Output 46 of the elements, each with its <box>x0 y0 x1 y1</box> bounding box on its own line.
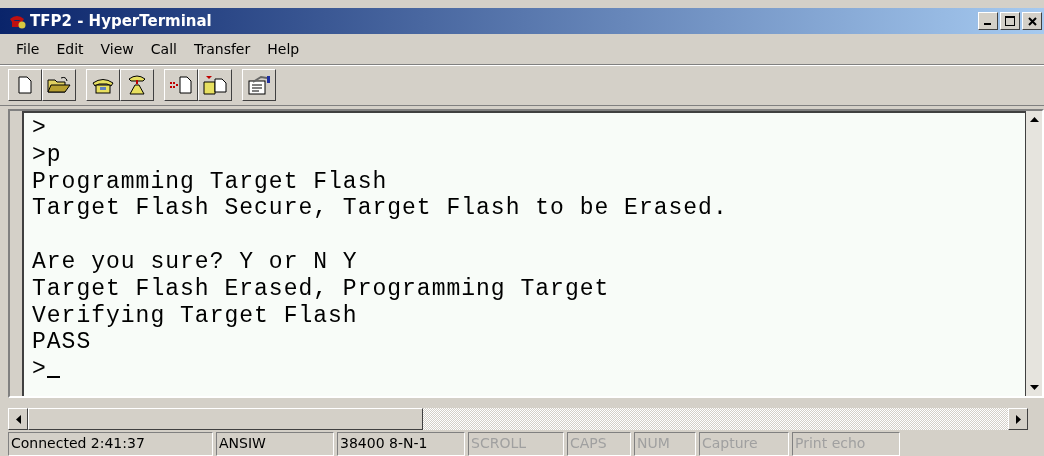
terminal-line: >p <box>32 141 62 169</box>
toolbar-button[interactable] <box>86 69 120 101</box>
terminal-line: Programming Target Flash <box>32 168 388 196</box>
status-panel: 38400 8-N-1 <box>337 432 465 456</box>
scrollbar-thumb[interactable] <box>28 408 423 430</box>
maximize-icon <box>1005 16 1015 26</box>
menu-item[interactable]: File <box>4 41 48 57</box>
document-icon <box>18 76 32 94</box>
status-panel: ANSIW <box>216 432 334 456</box>
terminal-line: Are you sure? Y or N Y <box>32 249 358 276</box>
menu-item[interactable]: Call <box>141 41 185 57</box>
terminal-line: > <box>32 356 47 383</box>
left-arrow-icon <box>15 414 21 424</box>
terminal-line: Target Flash Erased, Programming Target <box>32 275 610 303</box>
close-icon <box>1027 16 1037 26</box>
toolbar-button[interactable] <box>120 69 154 101</box>
menu-item[interactable]: Transfer <box>184 41 259 57</box>
status-panel: Connected 2:41:37 <box>8 432 213 456</box>
phone-icon <box>91 76 115 94</box>
window-title: TFP2 - HyperTerminal <box>30 12 212 30</box>
down-arrow-icon <box>1029 385 1039 390</box>
toolbar-button[interactable] <box>242 69 276 101</box>
terminal-line: PASS <box>32 329 92 357</box>
terminal-line: > <box>32 115 47 142</box>
minimize-button[interactable] <box>978 12 998 30</box>
send-file-icon <box>169 76 193 94</box>
vertical-scrollbar[interactable] <box>1026 111 1042 396</box>
right-arrow-icon <box>1015 414 1021 424</box>
phone-icon <box>126 74 148 96</box>
receive-file-icon <box>203 75 227 95</box>
toolbar-button[interactable] <box>198 69 232 101</box>
toolbar-button[interactable] <box>164 69 198 101</box>
horizontal-scrollbar[interactable] <box>8 408 1028 430</box>
properties-icon <box>247 75 271 95</box>
up-arrow-icon <box>1029 117 1039 122</box>
phone-icon <box>8 13 26 29</box>
terminal-line: Verifying Target Flash <box>32 302 358 330</box>
maximize-button[interactable] <box>1000 12 1020 30</box>
menu-item[interactable]: Help <box>258 41 308 57</box>
terminal-line: Target Flash Secure, Target Flash to be Erased. <box>32 195 728 223</box>
toolbar-button[interactable] <box>42 69 76 101</box>
menu-item[interactable]: View <box>91 41 142 57</box>
folder-icon <box>47 76 71 94</box>
close-button[interactable] <box>1022 12 1042 30</box>
toolbar-button[interactable] <box>8 69 42 101</box>
menu-item[interactable]: Edit <box>47 41 92 57</box>
